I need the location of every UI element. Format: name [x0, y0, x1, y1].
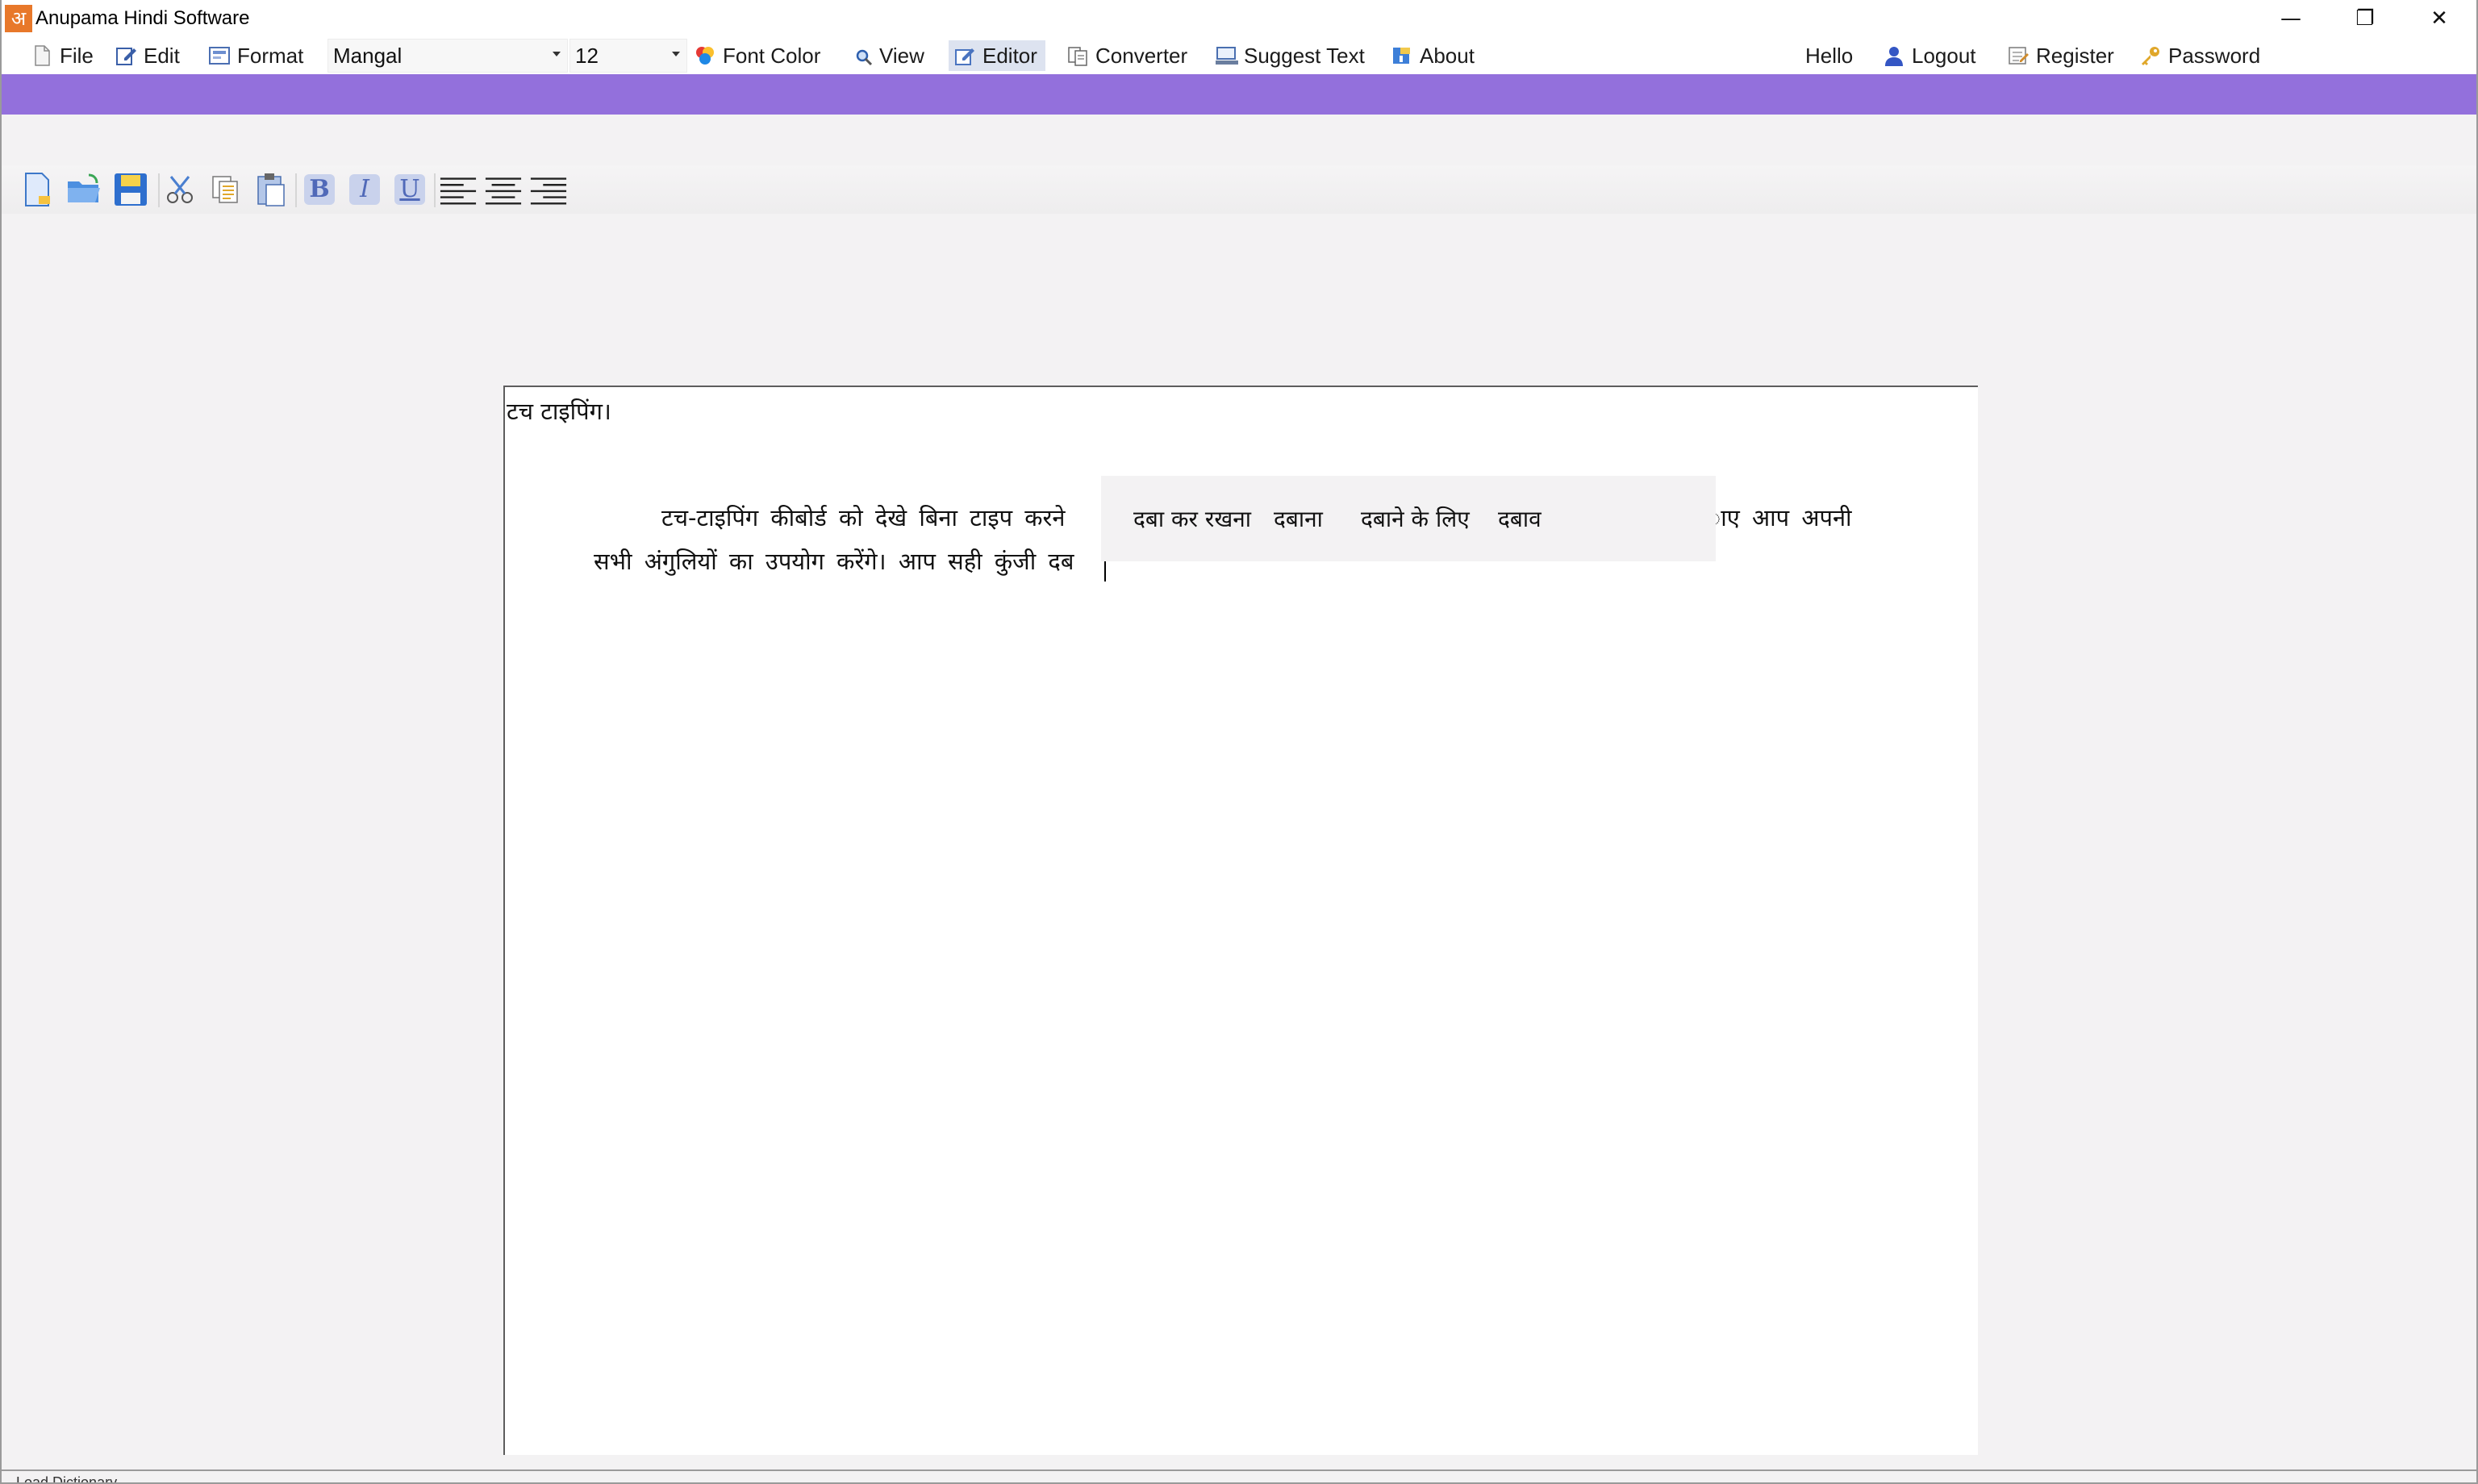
menu-file[interactable]: File — [31, 40, 94, 71]
font-name-select[interactable]: Mangal — [327, 39, 568, 73]
suggestion-item[interactable]: दबा कर रखना — [1133, 503, 1251, 534]
password-button[interactable]: Password — [2139, 40, 2260, 71]
new-file-icon[interactable] — [18, 170, 56, 209]
window-title: Anupama Hindi Software — [35, 7, 250, 29]
magnifier-icon — [855, 47, 873, 66]
document-heading: टच टाइपिंग। — [507, 398, 611, 425]
chevron-down-icon — [553, 52, 561, 56]
hello-label: Hello — [1805, 43, 1854, 68]
toolbar-separator — [295, 173, 297, 207]
align-center-icon[interactable] — [484, 170, 523, 209]
menu-format-label: Format — [237, 43, 304, 68]
converter-icon — [1066, 44, 1089, 67]
menu-file-label: File — [60, 43, 94, 68]
open-folder-icon[interactable] — [65, 170, 103, 209]
color-palette-icon — [694, 44, 716, 67]
menu-about[interactable]: About — [1391, 40, 1475, 71]
file-icon — [31, 44, 53, 67]
register-button[interactable]: Register — [2007, 40, 2114, 71]
menu-view[interactable]: View — [855, 40, 924, 71]
document-editor[interactable]: टच टाइपिंग। टच-टाइपिंग कीबोर्ड को देखे ब… — [503, 386, 1978, 1455]
suggestion-item[interactable]: दबाने के लिए — [1361, 503, 1470, 534]
keyboard-icon — [1215, 44, 1238, 67]
suggestion-item[interactable]: दबाना — [1274, 503, 1323, 534]
menu-editor[interactable]: Editor — [949, 40, 1045, 71]
app-window: अ Anupama Hindi Software — ❐ ✕ File Edit… — [0, 0, 2478, 1484]
font-size-value: 12 — [575, 43, 599, 68]
align-right-icon[interactable] — [529, 170, 568, 209]
cut-icon[interactable] — [161, 170, 200, 209]
menu-about-label: About — [1420, 43, 1475, 68]
register-label: Register — [2036, 43, 2114, 68]
italic-icon: I — [349, 174, 380, 205]
menu-converter-label: Converter — [1095, 43, 1188, 68]
menu-edit-label: Edit — [144, 43, 180, 68]
copy-icon[interactable] — [206, 170, 245, 209]
restore-button[interactable]: ❐ — [2328, 0, 2402, 37]
menu-font-color-label: Font Color — [723, 43, 821, 68]
align-left-icon[interactable] — [439, 170, 478, 209]
menu-converter[interactable]: Converter — [1066, 40, 1187, 71]
status-bar: Load Dictionary ... — [2, 1469, 2476, 1484]
menu-suggest-text-label: Suggest Text — [1244, 43, 1365, 68]
font-name-value: Mangal — [333, 43, 403, 68]
register-icon — [2007, 44, 2030, 67]
edit-icon — [115, 44, 137, 67]
ribbon-band — [2, 74, 2476, 115]
editor-icon — [953, 44, 976, 67]
title-bar[interactable]: अ Anupama Hindi Software — ❐ ✕ — [2, 0, 2476, 37]
font-size-select[interactable]: 12 — [569, 39, 687, 73]
menu-format[interactable]: Format — [208, 40, 303, 71]
bold-button[interactable]: B — [300, 170, 339, 209]
underline-icon: U — [394, 174, 425, 205]
bold-icon: B — [304, 174, 335, 205]
menu-font-color[interactable]: Font Color — [694, 40, 820, 71]
toolbar: B I U — [2, 165, 2476, 214]
suggestion-item[interactable]: दबाव — [1498, 503, 1541, 534]
format-icon — [208, 44, 231, 67]
toolbar-separator — [158, 173, 160, 207]
key-icon — [2139, 44, 2162, 67]
menu-view-label: View — [879, 43, 924, 68]
menu-editor-label: Editor — [982, 43, 1037, 68]
logout-label: Logout — [1912, 43, 1976, 68]
suggestion-popup: दबा कर रखना दबाना दबाने के लिए दबाव — [1101, 476, 1716, 561]
logout-button[interactable]: Logout — [1883, 40, 1976, 71]
menu-bar: File Edit Format Mangal 12 Font Color Vi… — [2, 37, 2476, 74]
paragraph-line-2: सभी अंगुलियों का उपयोग करेंगे। आप सही कु… — [594, 548, 1074, 575]
italic-button[interactable]: I — [345, 170, 384, 209]
underline-button[interactable]: U — [390, 170, 429, 209]
paragraph-line-1-end: ाए आप अपनी — [1707, 504, 1852, 531]
status-text: Load Dictionary ... — [16, 1474, 134, 1484]
password-label: Password — [2168, 43, 2261, 68]
menu-edit[interactable]: Edit — [115, 40, 180, 71]
menu-suggest-text[interactable]: Suggest Text — [1215, 40, 1365, 71]
close-button[interactable]: ✕ — [2402, 0, 2476, 37]
toolbar-separator — [434, 173, 436, 207]
save-icon[interactable] — [111, 170, 150, 209]
user-icon — [1883, 44, 1905, 67]
paste-icon[interactable] — [252, 170, 290, 209]
info-icon — [1391, 44, 1413, 67]
chevron-down-icon — [672, 52, 680, 56]
minimize-button[interactable]: — — [2254, 0, 2328, 37]
app-logo-icon: अ — [5, 5, 32, 32]
paragraph-line-1-start: टच-टाइपिंग कीबोर्ड को देखे बिना टाइप करन… — [661, 504, 1066, 531]
